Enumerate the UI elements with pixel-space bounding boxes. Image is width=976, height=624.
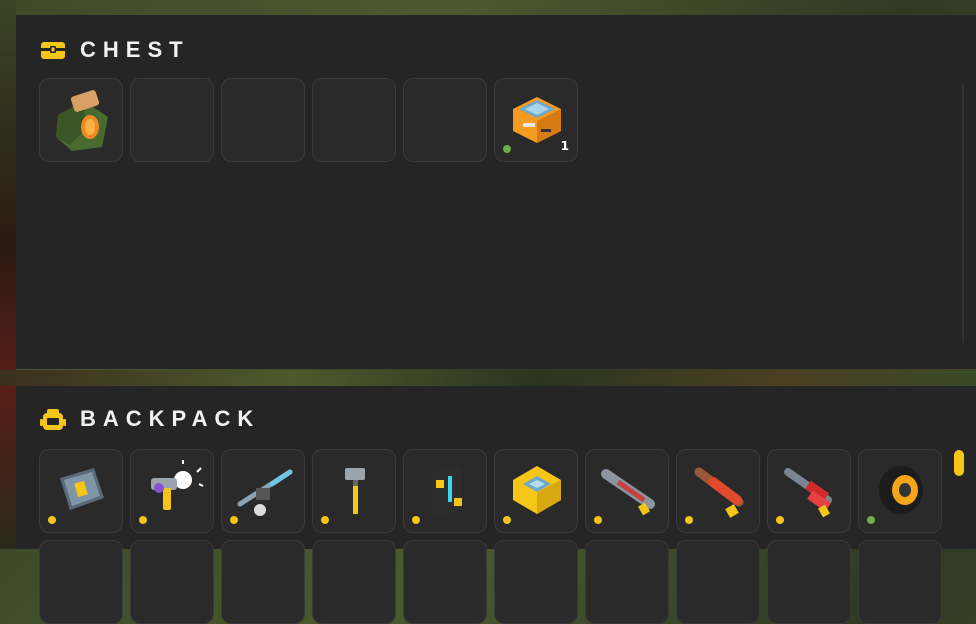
backpack-slot-9[interactable] bbox=[767, 449, 851, 533]
chest-scrollbar-track[interactable] bbox=[962, 83, 964, 343]
backpack-slot-5[interactable] bbox=[403, 449, 487, 533]
rarity-dot bbox=[867, 516, 875, 524]
backpack-slot[interactable] bbox=[221, 540, 305, 624]
backpack-slot[interactable] bbox=[858, 540, 942, 624]
rarity-dot bbox=[321, 516, 329, 524]
chest-panel: CHEST 1 bbox=[16, 15, 976, 369]
backpack-slot[interactable] bbox=[39, 540, 123, 624]
rocket-launcher-icon bbox=[601, 469, 655, 516]
chest-slot-2[interactable] bbox=[130, 78, 214, 162]
plating-icon bbox=[60, 468, 104, 510]
background-scenery bbox=[0, 0, 16, 549]
rarity-dot bbox=[776, 516, 784, 524]
chest-slot-6[interactable]: 1 bbox=[494, 78, 578, 162]
chest-slot-1[interactable] bbox=[39, 78, 123, 162]
power-core-icon bbox=[432, 466, 462, 516]
backpack-slot-6[interactable] bbox=[494, 449, 578, 533]
chest-slot-3[interactable] bbox=[221, 78, 305, 162]
backpack-slot-4[interactable] bbox=[312, 449, 396, 533]
backpack-slot-3[interactable] bbox=[221, 449, 305, 533]
backpack-slot[interactable] bbox=[676, 540, 760, 624]
chest-slot-4[interactable] bbox=[312, 78, 396, 162]
item-count: 1 bbox=[560, 139, 569, 153]
backpack-slot-7[interactable] bbox=[585, 449, 669, 533]
rarity-dot bbox=[412, 516, 420, 524]
chip-module-icon bbox=[513, 466, 561, 514]
backpack-slot[interactable] bbox=[585, 540, 669, 624]
rarity-dot bbox=[230, 516, 238, 524]
chest-title: CHEST bbox=[80, 37, 190, 62]
wheel-icon bbox=[879, 466, 923, 514]
hammer-icon bbox=[345, 468, 365, 514]
supply-bag-icon bbox=[56, 90, 108, 151]
chest-slot-5[interactable] bbox=[403, 78, 487, 162]
backpack-title: BACKPACK bbox=[80, 406, 261, 431]
backpack-slot-1[interactable] bbox=[39, 449, 123, 533]
backpack-icon bbox=[40, 409, 66, 430]
backpack-slot[interactable] bbox=[494, 540, 578, 624]
rarity-dot bbox=[685, 516, 693, 524]
rarity-dot bbox=[503, 145, 511, 153]
background-scenery-strip bbox=[0, 370, 976, 386]
rarity-dot bbox=[503, 516, 511, 524]
flamethrower-icon bbox=[694, 467, 744, 518]
backpack-slot[interactable] bbox=[767, 540, 851, 624]
chest-icon bbox=[41, 42, 65, 59]
backpack-slot-8[interactable] bbox=[676, 449, 760, 533]
backpack-slots bbox=[39, 449, 942, 533]
backpack-slots-row-2 bbox=[39, 540, 942, 624]
backpack-slot[interactable] bbox=[312, 540, 396, 624]
chest-header: CHEST bbox=[40, 37, 190, 63]
rarity-dot bbox=[48, 516, 56, 524]
backpack-panel: BACKPACK bbox=[16, 386, 976, 624]
backpack-header: BACKPACK bbox=[40, 406, 260, 432]
backpack-slot-10[interactable] bbox=[858, 449, 942, 533]
chest-slots: 1 bbox=[39, 78, 578, 162]
rarity-dot bbox=[594, 516, 602, 524]
spark-blaster-icon bbox=[151, 460, 204, 510]
backpack-slot-2[interactable] bbox=[130, 449, 214, 533]
backpack-slot[interactable] bbox=[403, 540, 487, 624]
dynamite-gun-icon bbox=[784, 468, 832, 518]
turret-mount-icon bbox=[237, 469, 293, 516]
supply-crate-icon bbox=[513, 97, 561, 143]
backpack-slot[interactable] bbox=[130, 540, 214, 624]
backpack-scrollbar-thumb[interactable] bbox=[954, 450, 964, 476]
rarity-dot bbox=[139, 516, 147, 524]
